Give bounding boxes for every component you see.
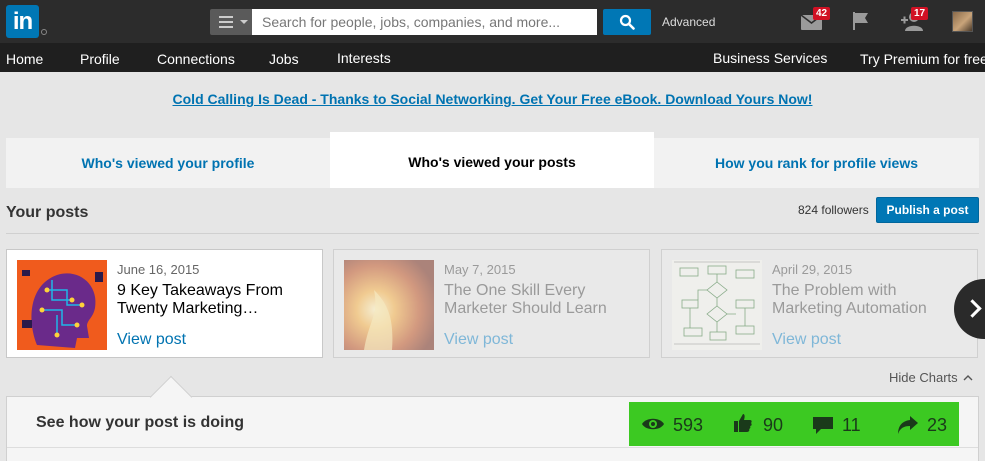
post-title[interactable]: The One Skill Every Marketer Should Lear… xyxy=(444,282,639,318)
chevron-down-icon xyxy=(240,20,248,24)
nav-profile[interactable]: Profile xyxy=(80,51,120,67)
hide-charts-label: Hide Charts xyxy=(889,370,958,385)
connections-badge: 17 xyxy=(911,7,929,20)
menu-lines-icon xyxy=(219,16,233,28)
main-nav: Home Profile Connections Jobs Interests … xyxy=(0,43,985,72)
nav-business-services[interactable]: Business Services xyxy=(713,50,827,66)
top-bar: in Advanced 42 17 xyxy=(0,0,985,43)
registered-mark-icon xyxy=(41,29,47,35)
likes-count: 90 xyxy=(763,415,784,435)
thumbs-up-icon xyxy=(734,414,752,432)
search-input[interactable] xyxy=(252,9,597,35)
panel-title: See how your post is doing xyxy=(36,414,245,431)
fire-image xyxy=(344,260,434,350)
notifications-button[interactable] xyxy=(851,10,871,37)
share-arrow-icon xyxy=(898,416,918,434)
avatar[interactable] xyxy=(952,11,973,32)
tab-whos-viewed-profile[interactable]: Who's viewed your profile xyxy=(6,138,330,188)
nav-try-premium[interactable]: Try Premium for free xyxy=(860,51,985,67)
post-card[interactable]: April 29, 2015 The Problem with Marketin… xyxy=(661,249,978,358)
search-icon xyxy=(619,14,635,30)
search-category-dropdown[interactable] xyxy=(210,9,252,35)
post-date: June 16, 2015 xyxy=(117,262,200,277)
followers-count: 824 followers xyxy=(798,203,869,217)
post-card[interactable]: May 7, 2015 The One Skill Every Marketer… xyxy=(333,249,650,358)
search-button[interactable] xyxy=(603,9,651,35)
nav-interests[interactable]: Interests xyxy=(337,50,391,66)
tab-whos-viewed-posts[interactable]: Who's viewed your posts xyxy=(330,132,654,188)
chevron-up-icon xyxy=(963,375,973,381)
post-title[interactable]: The Problem with Marketing Automation xyxy=(772,282,967,318)
divider xyxy=(7,447,978,448)
flowchart-image xyxy=(672,260,762,350)
post-title[interactable]: 9 Key Takeaways From Twenty Marketing… xyxy=(117,282,312,318)
nav-jobs[interactable]: Jobs xyxy=(269,51,299,67)
section-title: Your posts xyxy=(6,204,89,221)
views-count: 593 xyxy=(673,415,704,435)
publish-post-button[interactable]: Publish a post xyxy=(876,197,979,223)
view-post-link[interactable]: View post xyxy=(117,331,186,349)
post-card[interactable]: June 16, 2015 9 Key Takeaways From Twent… xyxy=(6,249,323,358)
eye-icon xyxy=(642,418,664,430)
linkedin-logo[interactable]: in xyxy=(6,5,39,38)
circuit-head-image xyxy=(17,260,107,350)
flag-icon xyxy=(853,12,868,30)
nav-home[interactable]: Home xyxy=(6,51,43,67)
hide-charts-toggle[interactable]: Hide Charts xyxy=(889,370,973,385)
advanced-search-link[interactable]: Advanced xyxy=(662,15,715,29)
view-post-link[interactable]: View post xyxy=(444,331,513,349)
comments-count: 11 xyxy=(842,415,861,435)
tab-profile-rank[interactable]: How you rank for profile views xyxy=(654,138,979,188)
post-date: May 7, 2015 xyxy=(444,262,516,277)
nav-connections[interactable]: Connections xyxy=(157,51,235,67)
divider xyxy=(6,233,979,234)
stats-bar: 593 90 11 23 xyxy=(629,402,959,446)
post-date: April 29, 2015 xyxy=(772,262,853,277)
promo-ad-link[interactable]: Cold Calling Is Dead - Thanks to Social … xyxy=(0,91,985,107)
view-post-link[interactable]: View post xyxy=(772,331,841,349)
comment-icon xyxy=(813,417,833,434)
shares-count: 23 xyxy=(927,415,948,435)
messages-badge: 42 xyxy=(813,7,831,20)
